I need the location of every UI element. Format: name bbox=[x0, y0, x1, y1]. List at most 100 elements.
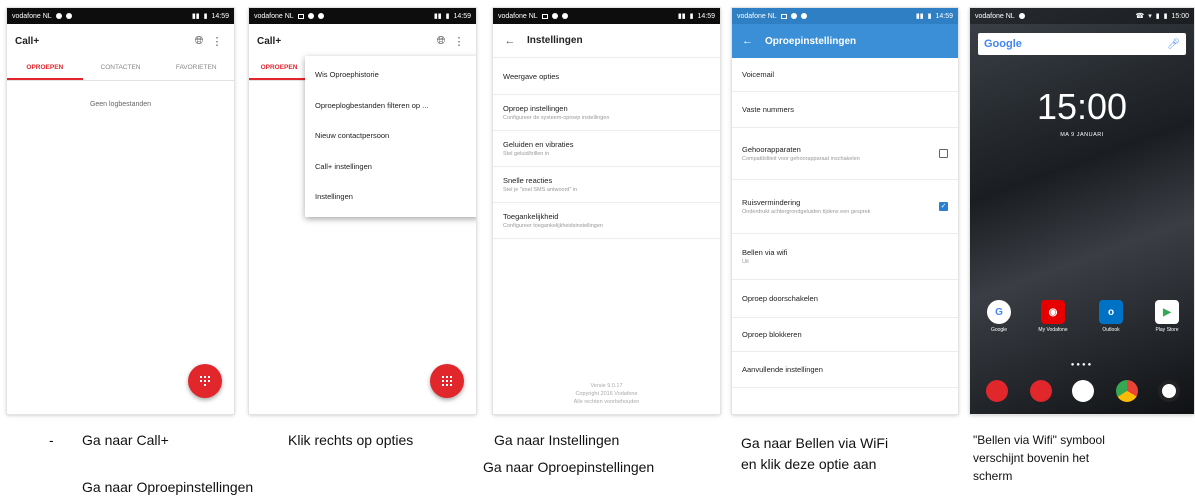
row-title: Ruisvermindering bbox=[742, 198, 801, 207]
menu-item-filteren[interactable]: Oproeplogbestanden filteren op ... bbox=[305, 91, 476, 122]
camera-icon[interactable] bbox=[1158, 380, 1180, 402]
list-item-title: Toegankelijkheid bbox=[503, 212, 559, 221]
caption-step-4b: en klik deze optie aan bbox=[741, 456, 877, 472]
empty-log-text: Geen logbestanden bbox=[89, 101, 152, 108]
google-logo: Google bbox=[984, 38, 1022, 50]
dialpad-icon bbox=[200, 376, 210, 386]
list-item-weergave-opties[interactable]: Weergave opties bbox=[493, 58, 720, 95]
overflow-menu: Wis Oproephistorie Oproeplogbestanden fi… bbox=[305, 56, 476, 217]
row-title: Gehoorapparaten bbox=[742, 145, 801, 154]
menu-item-nieuw-contact[interactable]: Nieuw contactpersoon bbox=[305, 121, 476, 152]
globe-icon[interactable]: 🌐︎ bbox=[190, 35, 208, 48]
menu-item-wis-oproephistorie[interactable]: Wis Oproephistorie bbox=[305, 60, 476, 91]
back-arrow-icon[interactable]: ← bbox=[501, 35, 519, 47]
globe-icon[interactable]: 🌐︎ bbox=[432, 35, 450, 48]
screen-call-plus-menu: vodafone NL ▮▮ ▮ 14:59 Call+ 🌐︎ ⋮ OPROEPEN… bbox=[249, 8, 476, 414]
list-item-subtitle: Stel geluid/trillen in bbox=[503, 151, 550, 157]
image-icon bbox=[780, 13, 787, 19]
signal-icon: ▮▮ bbox=[677, 13, 686, 20]
settings-row-ruisvermindering[interactable]: Ruisvermindering Onderdrukt achtergrondg… bbox=[732, 180, 958, 234]
row-title: Vaste nummers bbox=[742, 105, 794, 114]
notification-icon bbox=[1018, 13, 1025, 19]
list-item-title: Geluiden en vibraties bbox=[503, 140, 574, 149]
app-label: Google bbox=[990, 327, 1008, 333]
caption-step-1: Ga naar Call+ bbox=[82, 432, 169, 448]
app-label: Outlook bbox=[1102, 327, 1120, 333]
microphone-icon[interactable]: 🎤︎ bbox=[1167, 39, 1180, 50]
overflow-menu-icon[interactable]: ⋮ bbox=[208, 35, 226, 48]
app-outlook[interactable]: o Outlook bbox=[1094, 300, 1128, 333]
gehoorapparaten-checkbox[interactable] bbox=[939, 149, 948, 158]
screen-instellingen: vodafone NL ▮▮ ▮ 14:59 ← Instellingen Weer… bbox=[493, 8, 720, 414]
messages-icon[interactable] bbox=[1030, 380, 1052, 402]
row-title: Oproep blokkeren bbox=[742, 330, 802, 339]
settings-row-blokkeren[interactable]: Oproep blokkeren bbox=[732, 318, 958, 352]
app-toolbar: Call+ 🌐︎ ⋮ bbox=[249, 24, 476, 58]
tab-oproepen[interactable]: OPROEPEN bbox=[7, 58, 83, 80]
menu-item-instellingen[interactable]: Instellingen bbox=[305, 182, 476, 213]
wifi-call-icon: ☎ bbox=[1135, 13, 1145, 20]
settings-row-bellen-via-wifi[interactable]: Bellen via wifi Uit bbox=[732, 234, 958, 280]
dialpad-button[interactable] bbox=[430, 364, 464, 398]
app-play-store[interactable]: ▶ Play Store bbox=[1150, 300, 1184, 333]
battery-icon: ▮ bbox=[1163, 13, 1168, 20]
clock-label: 14:59 bbox=[453, 12, 471, 20]
image-icon bbox=[541, 13, 548, 19]
app-my-vodafone[interactable]: ◉ My Vodafone bbox=[1036, 300, 1070, 333]
chat-icon bbox=[561, 13, 568, 19]
row-subtitle: Onderdrukt achtergrondgeluiden tijdens e… bbox=[742, 209, 871, 215]
settings-row-gehoorapparaten[interactable]: Gehoorapparaten Compatibiliteit voor geh… bbox=[732, 128, 958, 180]
settings-row-vaste-nummers[interactable]: Vaste nummers bbox=[732, 92, 958, 128]
status-bar: vodafone NL ☎ ▾ ▮ ▮ 15:00 bbox=[970, 8, 1194, 24]
clock-label: 14:59 bbox=[697, 12, 715, 20]
tab-contacten[interactable]: CONTACTEN bbox=[83, 58, 159, 80]
battery-icon: ▮ bbox=[203, 13, 208, 20]
caption-step-1b: Ga naar Oproepinstellingen bbox=[82, 479, 254, 495]
chat-icon bbox=[65, 13, 72, 19]
google-search-bar[interactable]: Google 🎤︎ bbox=[978, 33, 1186, 55]
tab-favorieten[interactable]: FAVORIETEN bbox=[158, 58, 234, 80]
battery-icon: ▮ bbox=[445, 13, 450, 20]
clock-label: 14:59 bbox=[211, 12, 229, 20]
app-toolbar: Call+ 🌐︎ ⋮ bbox=[7, 24, 234, 58]
battery-icon: ▮ bbox=[927, 13, 932, 20]
version-text: Versie 9.0.17 bbox=[590, 383, 623, 389]
app-drawer-icon[interactable] bbox=[1072, 380, 1094, 402]
menu-item-call-plus-instellingen[interactable]: Call+ instellingen bbox=[305, 152, 476, 183]
signal-icon: ▮▮ bbox=[915, 13, 924, 20]
outlook-icon: o bbox=[1099, 300, 1123, 324]
back-arrow-icon[interactable]: ← bbox=[742, 35, 753, 47]
tab-oproepen[interactable]: OPROEPEN bbox=[249, 58, 309, 80]
row-title: Aanvullende instellingen bbox=[742, 365, 823, 374]
app-label: My Vodafone bbox=[1038, 327, 1068, 333]
play-store-icon: ▶ bbox=[1155, 300, 1179, 324]
screen-homescreen: vodafone NL ☎ ▾ ▮ ▮ 15:00 Google 🎤︎ 15:00 MA… bbox=[970, 8, 1194, 414]
row-title: Voicemail bbox=[742, 70, 775, 79]
settings-row-doorschakelen[interactable]: Oproep doorschakelen bbox=[732, 280, 958, 318]
row-title: Bellen via wifi bbox=[742, 248, 788, 257]
signal-icon: ▮▮ bbox=[191, 13, 200, 20]
phone-icon[interactable] bbox=[986, 380, 1008, 402]
dialpad-icon bbox=[442, 376, 452, 386]
settings-row-aanvullende[interactable]: Aanvullende instellingen bbox=[732, 352, 958, 388]
app-google[interactable]: G Google bbox=[982, 300, 1016, 333]
caption-step-3b: Ga naar Oproepinstellingen bbox=[483, 459, 655, 475]
overflow-menu-icon[interactable]: ⋮ bbox=[450, 35, 468, 48]
page-indicator: ●●●● bbox=[1070, 362, 1094, 368]
caption-step-5b: verschijnt bovenin het bbox=[973, 451, 1090, 465]
carrier-label: vodafone NL bbox=[254, 12, 294, 20]
wifi-icon: ▾ bbox=[1148, 13, 1152, 20]
list-item-subtitle: Configureer toegankelijkheidsinstellinge… bbox=[503, 223, 603, 229]
list-item-oproep-instellingen[interactable]: Oproep instellingen Configureer de syste… bbox=[493, 95, 720, 131]
ruisvermindering-checkbox[interactable]: ✓ bbox=[939, 202, 948, 211]
list-item-snelle-reacties[interactable]: Snelle reacties Stel je "snel SMS antwoo… bbox=[493, 167, 720, 203]
dialpad-button[interactable] bbox=[188, 364, 222, 398]
carrier-label: vodafone NL bbox=[12, 12, 52, 20]
settings-row-voicemail[interactable]: Voicemail bbox=[732, 58, 958, 92]
caption-step-5c: scherm bbox=[973, 469, 1013, 483]
list-item-toegankelijkheid[interactable]: Toegankelijkheid Configureer toegankelij… bbox=[493, 203, 720, 239]
chrome-icon[interactable] bbox=[1116, 380, 1138, 402]
list-item-geluiden[interactable]: Geluiden en vibraties Stel geluid/trille… bbox=[493, 131, 720, 167]
caption-step-3: Ga naar Instellingen bbox=[494, 432, 620, 448]
app-toolbar: ← Oproepinstellingen bbox=[732, 24, 958, 58]
